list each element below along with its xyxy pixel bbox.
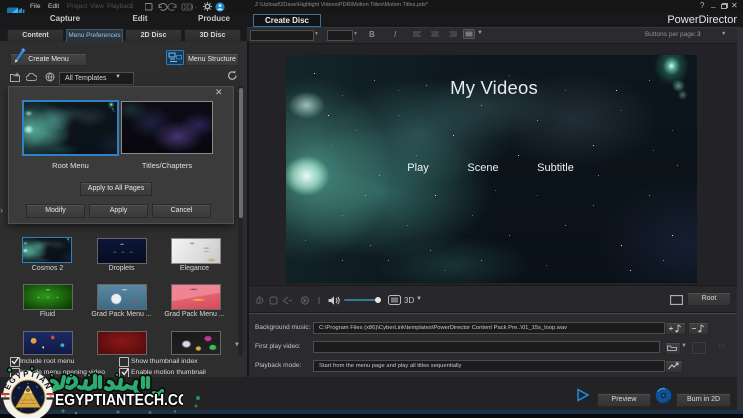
svg-text:16:9: 16:9: [184, 5, 194, 11]
svg-text:-: -: [195, 5, 197, 11]
